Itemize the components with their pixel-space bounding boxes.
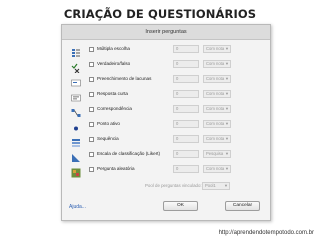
slide-title: CRIAÇÃO DE QUESTIONÁRIOS — [63, 7, 257, 21]
sequence-label: Sequência — [97, 136, 119, 141]
grading-value: Com nota — [206, 136, 225, 141]
insert-questions-dialog: Inserir perguntas Múltipla escolha 0 Com… — [61, 24, 271, 221]
multiple-choice-checkbox[interactable] — [89, 47, 94, 52]
sequence-grading-select[interactable]: Com nota ▼ — [203, 135, 231, 143]
chevron-down-icon: ▼ — [225, 151, 229, 156]
question-row-true-false: Verdadeiro/falso 0 Com nota ▼ — [62, 59, 270, 74]
sequence-icon — [71, 135, 81, 147]
short-answer-label: Resposta curta — [97, 91, 128, 96]
sequence-count[interactable]: 0 — [173, 135, 199, 143]
short-answer-grading-select[interactable]: Com nota ▼ — [203, 90, 231, 98]
grading-value: Pesquisa — [206, 151, 224, 156]
matching-icon — [71, 105, 81, 117]
fill-in-blank-checkbox[interactable] — [89, 77, 94, 82]
pool-value: Pool1 — [205, 183, 216, 188]
chevron-down-icon: ▼ — [225, 106, 229, 111]
chevron-down-icon: ▼ — [225, 76, 229, 81]
help-link[interactable]: Ajuda... — [69, 204, 86, 210]
grading-value: Com nota — [206, 91, 225, 96]
hotspot-grading-select[interactable]: Com nota ▼ — [203, 120, 231, 128]
multiple-choice-label: Múltipla escolha — [97, 46, 130, 51]
chevron-down-icon: ▼ — [225, 91, 229, 96]
question-row-sequence: Sequência 0 Com nota ▼ — [62, 134, 270, 147]
random-checkbox[interactable] — [89, 167, 94, 172]
grading-value: Com nota — [206, 106, 225, 111]
fill-in-blank-label: Preenchimento de lacunas — [97, 76, 152, 81]
true-false-icon — [71, 60, 81, 74]
sequence-checkbox[interactable] — [89, 137, 94, 142]
chevron-down-icon: ▼ — [224, 183, 228, 188]
random-count[interactable]: 0 — [173, 165, 199, 173]
true-false-grading-select[interactable]: Com nota ▼ — [203, 60, 231, 68]
grading-value: Com nota — [206, 76, 225, 81]
footer-url: http://aprendendotempotodo.com.br — [218, 230, 314, 236]
likert-count[interactable]: 0 — [173, 150, 199, 158]
matching-grading-select[interactable]: Com nota ▼ — [203, 105, 231, 113]
grading-value: Com nota — [206, 61, 225, 66]
random-question-icon — [71, 165, 81, 178]
grading-value: Com nota — [206, 121, 225, 126]
hotspot-icon — [71, 120, 81, 131]
true-false-checkbox[interactable] — [89, 62, 94, 67]
likert-label: Escala de classificação (Likert) — [97, 151, 161, 156]
fill-in-blank-icon — [71, 75, 81, 87]
grading-value: Com nota — [206, 46, 225, 51]
random-label: Pergunta aleatória — [97, 166, 135, 171]
likert-checkbox[interactable] — [89, 152, 94, 157]
matching-checkbox[interactable] — [89, 107, 94, 112]
question-row-matching: Correspondência 0 Com nota ▼ — [62, 104, 270, 117]
ok-button[interactable]: OK — [163, 201, 198, 211]
short-answer-count[interactable]: 0 — [173, 90, 199, 98]
likert-grading-select[interactable]: Pesquisa ▼ — [203, 150, 231, 158]
pool-select[interactable]: Pool1 ▼ — [202, 182, 230, 190]
hotspot-label: Ponto ativo — [97, 121, 120, 126]
multiple-choice-icon — [71, 45, 81, 57]
question-row-fill-in-blank: Preenchimento de lacunas 0 Com nota ▼ — [62, 74, 270, 87]
likert-scale-icon — [71, 150, 81, 162]
dialog-title: Inserir perguntas — [62, 25, 270, 40]
matching-label: Correspondência — [97, 106, 132, 111]
pool-label: Pool de perguntas vinculado: — [145, 183, 202, 188]
cancel-button[interactable]: Cancelar — [225, 201, 260, 211]
question-row-random: Pergunta aleatória 0 Com nota ▼ — [62, 164, 270, 178]
short-answer-icon — [71, 90, 81, 102]
chevron-down-icon: ▼ — [225, 61, 229, 66]
fill-in-blank-grading-select[interactable]: Com nota ▼ — [203, 75, 231, 83]
hotspot-checkbox[interactable] — [89, 122, 94, 127]
true-false-count[interactable]: 0 — [173, 60, 199, 68]
grading-value: Com nota — [206, 166, 225, 171]
matching-count[interactable]: 0 — [173, 105, 199, 113]
random-grading-select[interactable]: Com nota ▼ — [203, 165, 231, 173]
hotspot-count[interactable]: 0 — [173, 120, 199, 128]
fill-in-blank-count[interactable]: 0 — [173, 75, 199, 83]
chevron-down-icon: ▼ — [225, 166, 229, 171]
question-row-multiple-choice: Múltipla escolha 0 Com nota ▼ — [62, 44, 270, 57]
true-false-label: Verdadeiro/falso — [97, 61, 131, 66]
chevron-down-icon: ▼ — [225, 46, 229, 51]
multiple-choice-count[interactable]: 0 — [173, 45, 199, 53]
short-answer-checkbox[interactable] — [89, 92, 94, 97]
question-row-likert: Escala de classificação (Likert) 0 Pesqu… — [62, 149, 270, 162]
chevron-down-icon: ▼ — [225, 121, 229, 126]
chevron-down-icon: ▼ — [225, 136, 229, 141]
question-row-short-answer: Resposta curta 0 Com nota ▼ — [62, 89, 270, 102]
multiple-choice-grading-select[interactable]: Com nota ▼ — [203, 45, 231, 53]
question-row-hotspot: Ponto ativo 0 Com nota ▼ — [62, 119, 270, 131]
